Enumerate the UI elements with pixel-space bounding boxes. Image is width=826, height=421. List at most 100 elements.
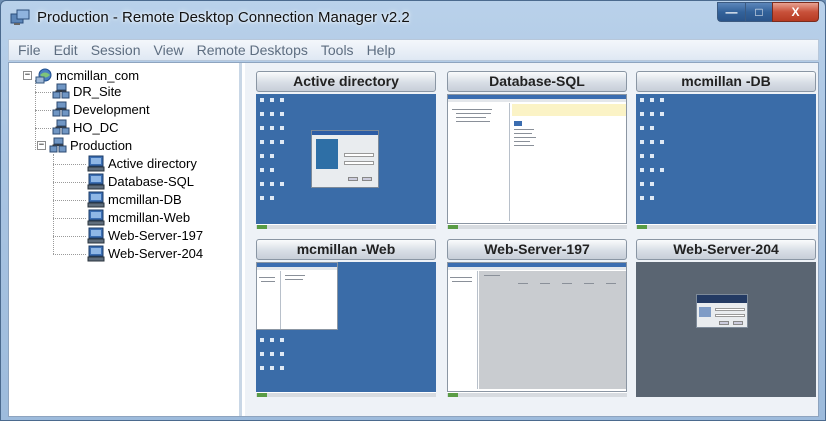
remote-screen[interactable]: [447, 94, 627, 229]
remote-screen[interactable]: [636, 262, 816, 397]
tree-line: [35, 128, 51, 129]
start-button: [448, 393, 458, 397]
maximize-button[interactable]: □: [745, 2, 772, 22]
desktop-icon: [640, 126, 644, 130]
desktop-icon: [660, 112, 664, 116]
desktop-icon: [660, 98, 664, 102]
tree-group-ho-dc[interactable]: HO_DC: [52, 119, 119, 136]
desktop-icon: [650, 126, 654, 130]
desktop-icon: [270, 196, 274, 200]
desktop-icon: [660, 168, 664, 172]
iis-manager-window: [256, 262, 338, 330]
dialog-banner: [697, 295, 747, 303]
app-menu: [448, 99, 626, 102]
menu-tools[interactable]: Tools: [315, 42, 361, 58]
info-banner: [512, 104, 626, 116]
desktop-icon: [650, 98, 654, 102]
server-tree[interactable]: − mcmillan_com DR_Site Development HO_DC…: [9, 63, 242, 416]
tree-line: [35, 110, 51, 111]
tree-label-root: mcmillan_com: [56, 68, 140, 83]
desktop-icon: [270, 366, 274, 370]
title-bar[interactable]: Production - Remote Desktop Connection M…: [1, 1, 825, 35]
desktop-icon: [280, 352, 284, 356]
menu-help[interactable]: Help: [361, 42, 403, 58]
thumbnail-label: Active directory: [256, 71, 436, 92]
menu-session[interactable]: Session: [85, 42, 148, 58]
minimize-button[interactable]: —: [717, 2, 745, 22]
login-dialog: [696, 294, 748, 328]
tree-group-development[interactable]: Development: [52, 101, 150, 118]
tree-server-active-directory[interactable]: Active directory: [87, 155, 197, 172]
tree-line: [35, 80, 36, 150]
tree-server-web-server-197[interactable]: Web-Server-197: [87, 227, 203, 244]
desktop-icon: [260, 112, 264, 116]
desktop-icon: [260, 168, 264, 172]
server-icon: [87, 245, 105, 262]
dialog-field: [715, 308, 745, 311]
remote-screen[interactable]: [256, 262, 436, 397]
content-area: [479, 271, 626, 389]
tree-label: DR_Site: [73, 84, 122, 99]
list-text: [285, 275, 305, 276]
menu-remote-desktops[interactable]: Remote Desktops: [191, 42, 315, 58]
menu-view[interactable]: View: [148, 42, 191, 58]
desktop-icon: [260, 352, 264, 356]
server-manager-window: [447, 262, 627, 392]
desktop-icon: [660, 140, 664, 144]
list-text: [285, 279, 303, 280]
content-text: [540, 283, 550, 284]
tree-server-web-server-204[interactable]: Web-Server-204: [87, 245, 203, 262]
tree-group-dr-site[interactable]: DR_Site: [52, 83, 121, 100]
dialog-button: [733, 321, 743, 325]
tree-line: [53, 154, 54, 254]
server-icon: [87, 227, 105, 244]
server-group-icon: [52, 101, 70, 117]
dialog-logo: [699, 307, 711, 317]
close-button[interactable]: X: [772, 2, 819, 22]
tree-server-mcmillan-db[interactable]: mcmillan-DB: [87, 191, 182, 208]
remote-screen[interactable]: [256, 94, 436, 229]
list-text: [514, 145, 534, 146]
dialog-button: [362, 177, 372, 181]
tree-pane: [448, 271, 478, 389]
menu-bar: File Edit Session View Remote Desktops T…: [8, 39, 819, 61]
list-text: [514, 129, 534, 130]
remote-screen[interactable]: [636, 94, 816, 229]
menu-edit[interactable]: Edit: [48, 42, 85, 58]
tree-label: Development: [73, 102, 150, 117]
desktop-icon: [270, 140, 274, 144]
tree-server-database-sql[interactable]: Database-SQL: [87, 173, 194, 190]
tree-text: [450, 277, 472, 278]
rdcman-app-icon: [10, 9, 30, 25]
desktop-icon: [650, 182, 654, 186]
dialog-logo: [316, 139, 338, 169]
remote-screen[interactable]: [447, 262, 627, 397]
tree-text: [456, 117, 486, 118]
tree-root-mcmillan-com[interactable]: − mcmillan_com: [23, 67, 139, 84]
tree-text: [261, 281, 275, 282]
desktop-icon: [260, 154, 264, 158]
desktop-icon: [650, 154, 654, 158]
maximize-icon: □: [755, 5, 763, 19]
desktop-icon: [640, 140, 644, 144]
list-text: [514, 137, 536, 138]
main-content: − mcmillan_com DR_Site Development HO_DC…: [8, 62, 819, 417]
desktop-icon: [280, 182, 284, 186]
thumbnail-label: Web-Server-197: [447, 239, 627, 260]
tree-label: Web-Server-197: [108, 228, 204, 243]
rdcman-window: Production - Remote Desktop Connection M…: [0, 0, 826, 421]
tree-text: [452, 281, 472, 282]
collapse-icon[interactable]: −: [23, 71, 32, 80]
tree-server-mcmillan-web[interactable]: mcmillan-Web: [87, 209, 190, 226]
menu-file[interactable]: File: [12, 42, 48, 58]
start-button: [637, 225, 647, 229]
desktop-icon: [640, 196, 644, 200]
tree-label: Active directory: [108, 156, 197, 171]
server-icon: [87, 173, 105, 190]
tree-group-production[interactable]: − Production: [37, 137, 132, 154]
start-button: [257, 225, 267, 229]
tree-pane: [257, 271, 281, 329]
collapse-icon[interactable]: −: [37, 141, 46, 150]
desktop-icon: [260, 366, 264, 370]
desktop-icon: [280, 112, 284, 116]
